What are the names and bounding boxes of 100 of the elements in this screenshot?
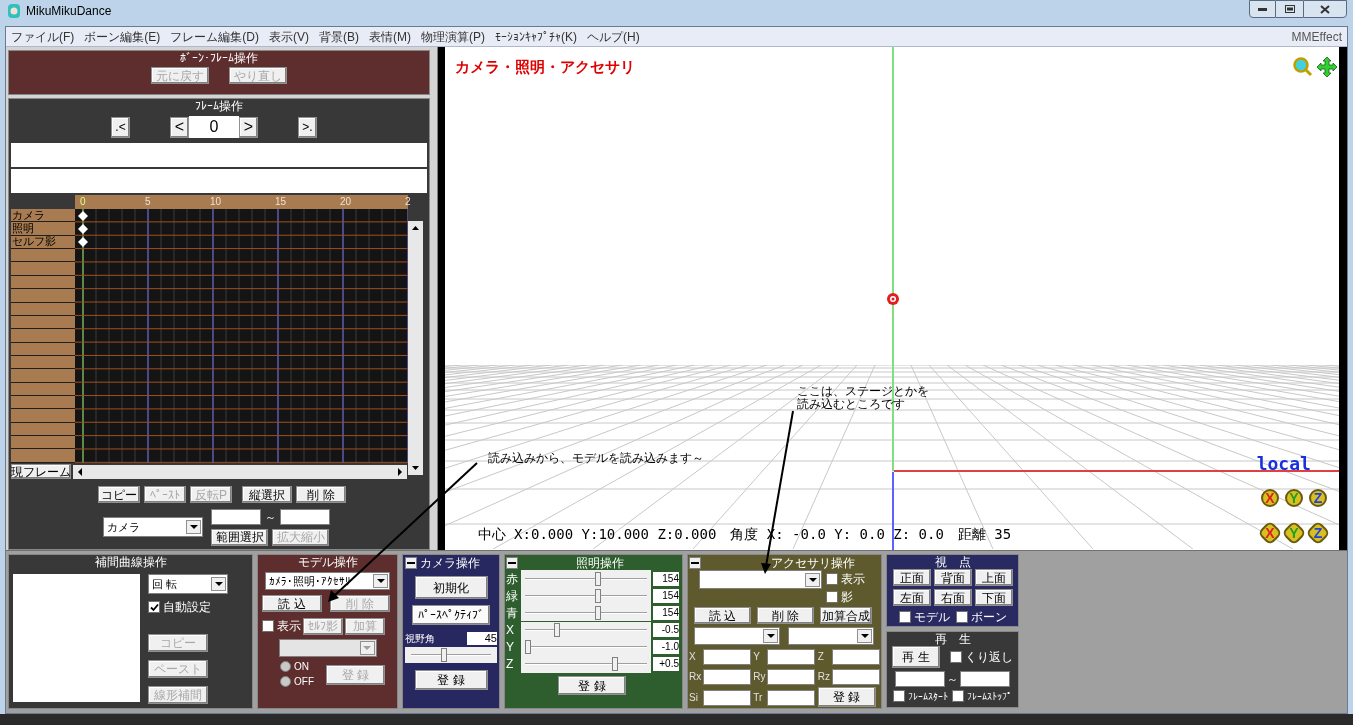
button[interactable]: 削 除 [296,486,346,503]
input-field[interactable] [960,671,1010,688]
input-field[interactable] [767,690,816,706]
track-label[interactable]: カメラ [11,209,46,221]
button[interactable]: 読 込 [694,607,751,624]
checkbox[interactable] [955,611,968,623]
maximize-button[interactable] [1276,0,1303,18]
close-button[interactable] [1303,0,1347,18]
slider[interactable] [525,571,647,586]
menu-item[interactable]: ヘルプ(H) [582,27,645,46]
menu-item[interactable]: MMEffect [1286,27,1347,46]
track-label[interactable]: 照明 [11,223,35,235]
menu-item[interactable]: フレーム編集(D) [165,27,264,46]
slider-thumb[interactable] [594,571,601,586]
radio-button[interactable] [280,661,291,672]
slider-thumb[interactable] [594,588,601,603]
button[interactable]: > [239,116,258,138]
slider[interactable] [525,623,647,637]
button[interactable]: 右面 [933,589,972,606]
dropdown[interactable] [788,627,874,645]
checkbox[interactable] [950,651,962,663]
keyframe-icon[interactable] [78,223,88,234]
minimize-button[interactable] [1249,0,1276,18]
horizontal-scrollbar[interactable] [73,464,407,479]
value-field[interactable]: +0.5 [653,656,679,671]
collapse-button[interactable] [689,557,701,569]
track-label[interactable]: セルフ影 [11,236,57,248]
input-field[interactable] [767,669,816,685]
collapse-button[interactable] [405,557,417,569]
frame-number-field[interactable]: 0 [189,116,239,138]
value-field[interactable]: 154 [653,571,679,586]
dropdown[interactable]: 回 転 [148,574,228,594]
radio-button[interactable] [280,676,291,687]
input-field[interactable] [703,669,751,685]
checkbox[interactable] [262,620,274,632]
slider-thumb[interactable] [612,657,618,671]
menu-item[interactable]: ﾓｰｼｮﾝｷｬﾌﾟﾁｬ(K) [490,27,582,46]
button[interactable]: < [170,116,189,138]
button[interactable]: .< [111,116,130,138]
slider[interactable] [525,605,647,620]
checkbox[interactable] [952,690,964,702]
button[interactable]: 縦選択 [242,486,292,503]
collapse-button[interactable] [506,557,518,569]
button[interactable]: ﾊﾟｰｽﾍﾟｸﾃｨﾌﾞ [412,605,490,625]
button[interactable]: コピー [98,486,140,503]
button[interactable]: 削 除 [757,607,814,624]
axis-button[interactable]: Z [1307,487,1329,509]
button[interactable]: 背面 [933,569,972,586]
checkbox[interactable] [898,611,911,623]
dropdown[interactable] [694,627,780,645]
menu-item[interactable]: ファイル(F) [6,27,80,46]
button[interactable]: 再 生 [892,646,940,668]
splitter-bar[interactable] [437,47,445,550]
input-field[interactable] [895,671,945,688]
input-field[interactable] [831,649,880,665]
menu-item[interactable]: 表情(M) [364,27,416,46]
slider[interactable] [525,588,647,603]
slider-thumb[interactable] [525,640,531,654]
button[interactable]: 登 録 [817,687,876,707]
button[interactable]: 下面 [974,589,1013,606]
menu-item[interactable]: 物理演算(P) [416,27,490,46]
button[interactable]: 範囲選択 [211,528,268,546]
menu-item[interactable]: ボーン編集(E) [79,27,166,46]
menu-item[interactable]: 表示(V) [264,27,314,46]
button[interactable]: 登 録 [414,670,488,690]
checkbox[interactable] [893,690,905,702]
checkbox[interactable] [826,573,838,585]
zoom-icon[interactable] [1293,57,1313,77]
dropdown[interactable]: カメラ [103,517,203,537]
value-field[interactable]: -1.0 [653,639,679,654]
slider[interactable] [411,648,491,662]
slider[interactable] [525,640,647,654]
move-icon[interactable] [1317,57,1337,77]
button[interactable]: >. [298,116,317,138]
input-field[interactable] [703,690,751,706]
value-field[interactable]: 154 [653,588,679,603]
checkbox[interactable] [148,601,160,613]
keyframe-icon[interactable] [78,210,88,221]
value-field[interactable]: 154 [653,605,679,620]
input-field[interactable] [767,649,816,665]
input-field[interactable] [831,669,880,685]
value-field[interactable]: -0.5 [653,622,679,637]
dropdown[interactable] [278,639,377,657]
vertical-scrollbar[interactable] [408,221,423,475]
input-field[interactable] [280,509,330,526]
menu-item[interactable]: 背景(B) [314,27,364,46]
button[interactable]: 加算合成 [820,607,872,624]
checkbox[interactable] [826,591,838,603]
input-field[interactable] [211,509,261,526]
button[interactable]: 正面 [892,569,931,586]
button[interactable]: 初期化 [414,576,488,599]
input-field[interactable] [703,649,751,665]
fov-field[interactable]: 45 [467,632,497,645]
slider-thumb[interactable] [594,605,601,620]
keyframe-icon[interactable] [78,237,88,248]
button[interactable]: 現フレーム [11,464,71,479]
slider-thumb[interactable] [440,648,447,662]
slider[interactable] [525,657,647,671]
slider-thumb[interactable] [554,623,560,637]
button[interactable]: 上面 [974,569,1013,586]
